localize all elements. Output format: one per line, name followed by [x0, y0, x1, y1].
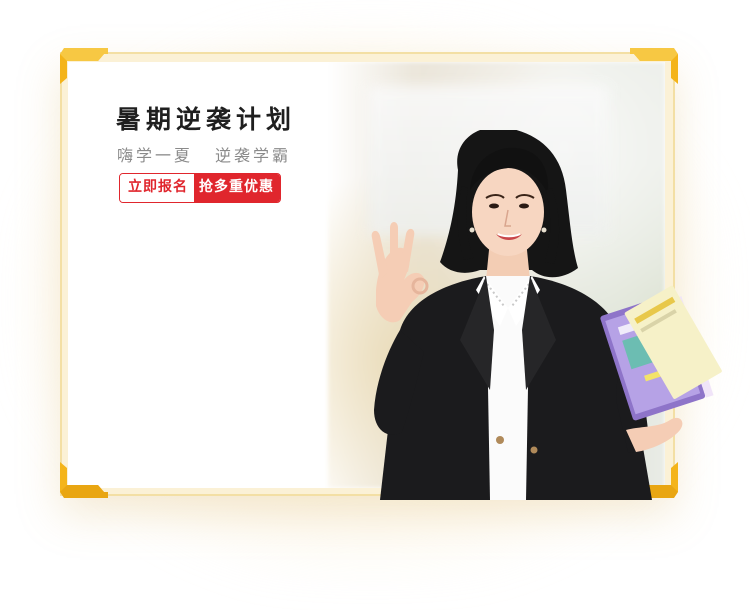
banner-headline: 暑期逆袭计划: [116, 105, 297, 134]
corner-bottom-left-icon: [60, 450, 108, 498]
signup-label[interactable]: 立即报名: [120, 174, 194, 202]
promo-banner: 暑期逆袭计划 嗨学一夏 逆袭学霸 立即报名 抢多重优惠: [0, 0, 750, 610]
signup-cta-button[interactable]: 立即报名 抢多重优惠: [119, 173, 281, 203]
discount-label[interactable]: 抢多重优惠: [194, 174, 280, 202]
corner-top-right-icon: [630, 48, 678, 96]
corner-top-left-icon: [60, 48, 108, 96]
teacher-photo: [371, 130, 722, 500]
subline-right: 逆袭学霸: [215, 146, 292, 165]
banner-subline: 嗨学一夏 逆袭学霸: [117, 142, 291, 166]
subline-left: 嗨学一夏: [117, 146, 194, 165]
